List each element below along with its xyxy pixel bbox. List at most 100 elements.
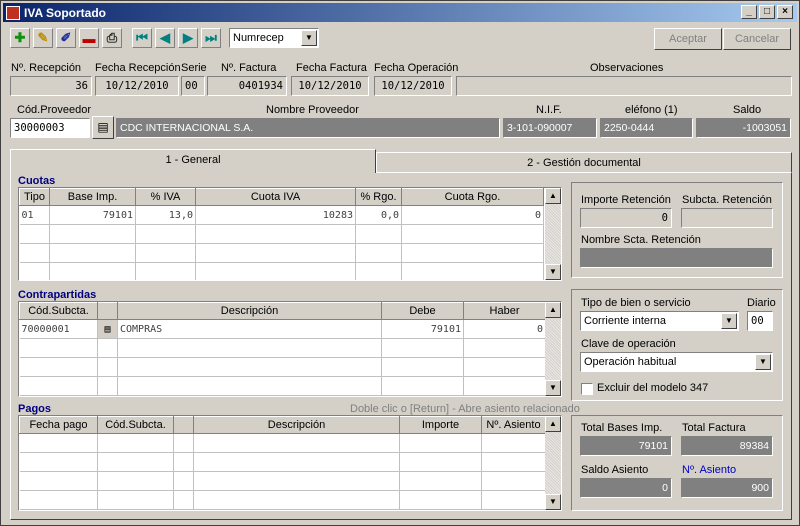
table-cell[interactable]: 70000001: [19, 319, 98, 339]
goods-type-label: Tipo de bien o servicio: [581, 297, 691, 309]
column-header[interactable]: [173, 416, 194, 434]
scroll-down-icon[interactable]: ▼: [545, 494, 561, 510]
supplier-name-field: CDC INTERNACIONAL S.A.: [116, 118, 500, 138]
scroll-up-icon[interactable]: ▲: [545, 188, 561, 204]
reception-date-field[interactable]: 10/12/2010: [95, 76, 179, 96]
column-header[interactable]: Base Imp.: [49, 188, 136, 206]
invoice-date-field[interactable]: 10/12/2010: [291, 76, 369, 96]
add-icon[interactable]: ✚: [10, 28, 30, 48]
operation-date-field[interactable]: 10/12/2010: [374, 76, 452, 96]
chevron-down-icon[interactable]: ▼: [301, 30, 317, 46]
withholding-amount-field[interactable]: 0: [580, 208, 672, 228]
accept-button[interactable]: Aceptar: [654, 28, 722, 50]
entry-balance-field: 0: [580, 478, 672, 498]
entry-number-field: 900: [681, 478, 773, 498]
lookup-table-icon[interactable]: ▤: [92, 116, 114, 139]
payments-hint: Doble clic o [Return] - Abre asiento rel…: [350, 403, 580, 415]
scroll-up-icon[interactable]: ▲: [545, 302, 561, 318]
entry-balance-label: Saldo Asiento: [581, 464, 649, 476]
withholding-subaccount-field[interactable]: [681, 208, 773, 228]
tab-document-management[interactable]: 2 - Gestión documental: [376, 152, 792, 173]
table-row[interactable]: 70000001 ▤ COMPRAS 79101 0: [19, 319, 546, 339]
last-record-icon[interactable]: ⏭: [201, 28, 221, 48]
payments-title: Pagos: [18, 403, 52, 415]
exclude-347-checkbox[interactable]: [581, 383, 593, 395]
table-cell[interactable]: COMPRAS: [117, 319, 382, 339]
journal-label: Diario: [747, 297, 776, 309]
window-title: IVA Soportado: [24, 5, 106, 20]
column-header[interactable]: Debe: [381, 302, 464, 320]
tab-general-label: 1 - General: [165, 154, 221, 166]
supplier-code-label: Cód.Proveedor: [17, 104, 91, 116]
series-field[interactable]: 00: [181, 76, 205, 96]
goods-type-value: Corriente interna: [584, 315, 666, 327]
table-cell[interactable]: 0,0: [355, 205, 402, 225]
column-header[interactable]: Tipo: [19, 188, 50, 206]
column-header[interactable]: % Rgo.: [355, 188, 402, 206]
supplier-code-field[interactable]: 30000003: [10, 118, 90, 138]
payments-scrollbar[interactable]: ▲ ▼: [545, 416, 561, 510]
total-bases-label: Total Bases Imp.: [581, 422, 663, 434]
column-header[interactable]: Cuota Rgo.: [401, 188, 544, 206]
column-header[interactable]: Descripción: [117, 302, 382, 320]
reception-date-label: Fecha Recepción: [95, 62, 181, 74]
previous-record-icon[interactable]: ◀: [155, 28, 175, 48]
chevron-down-icon[interactable]: ▼: [755, 354, 771, 370]
table-cell[interactable]: 0: [401, 205, 544, 225]
operation-key-combo[interactable]: Operación habitual ▼: [580, 352, 773, 372]
observations-field[interactable]: [456, 76, 792, 96]
table-cell[interactable]: 01: [19, 205, 50, 225]
counterparts-scrollbar[interactable]: ▲ ▼: [545, 302, 561, 396]
column-header[interactable]: Haber: [463, 302, 546, 320]
column-header[interactable]: [97, 302, 118, 320]
column-header[interactable]: % IVA: [135, 188, 196, 206]
total-invoice-label: Total Factura: [682, 422, 746, 434]
brush-icon[interactable]: ✐: [56, 28, 76, 48]
column-header[interactable]: Fecha pago: [19, 416, 98, 434]
total-bases-field: 79101: [580, 436, 672, 456]
table-cell[interactable]: 0: [463, 319, 546, 339]
next-record-icon[interactable]: ▶: [178, 28, 198, 48]
column-header[interactable]: Nº. Asiento: [481, 416, 546, 434]
lookup-table-icon[interactable]: ▤: [97, 319, 118, 339]
table-cell[interactable]: 79101: [381, 319, 464, 339]
withholding-subaccount-label: Subcta. Retención: [682, 194, 772, 206]
reception-number-field[interactable]: 36: [10, 76, 92, 96]
table-cell[interactable]: 79101: [49, 205, 136, 225]
scroll-down-icon[interactable]: ▼: [545, 264, 561, 280]
invoice-number-field[interactable]: 0401934: [207, 76, 287, 96]
goods-type-combo[interactable]: Corriente interna ▼: [580, 311, 739, 331]
quotas-scrollbar[interactable]: ▲ ▼: [545, 188, 561, 280]
minimize-button[interactable]: _: [741, 5, 757, 19]
chevron-down-icon[interactable]: ▼: [721, 313, 737, 329]
column-header[interactable]: Cód.Subcta.: [97, 416, 174, 434]
quotas-grid[interactable]: Tipo Base Imp. % IVA Cuota IVA % Rgo. Cu…: [18, 187, 562, 281]
journal-field[interactable]: 00: [747, 311, 773, 331]
column-header[interactable]: Cuota IVA: [195, 188, 356, 206]
phone-field: 2250-0444: [600, 118, 693, 138]
column-header[interactable]: Descripción: [193, 416, 400, 434]
withholding-name-field: [580, 248, 773, 268]
operation-key-value: Operación habitual: [584, 356, 677, 368]
table-cell[interactable]: 10283: [195, 205, 356, 225]
payments-grid[interactable]: Fecha pago Cód.Subcta. Descripción Impor…: [18, 415, 562, 511]
counterparts-grid[interactable]: Cód.Subcta. Descripción Debe Haber 70000…: [18, 301, 562, 397]
first-record-icon[interactable]: ⏮: [132, 28, 152, 48]
withholding-name-label: Nombre Scta. Retención: [581, 234, 701, 246]
invoice-date-label: Fecha Factura: [296, 62, 367, 74]
column-header[interactable]: Cód.Subcta.: [19, 302, 98, 320]
cancel-button[interactable]: Cancelar: [723, 28, 791, 50]
delete-icon[interactable]: ▬: [79, 28, 99, 48]
close-button[interactable]: ×: [777, 5, 793, 19]
scroll-up-icon[interactable]: ▲: [545, 416, 561, 432]
maximize-button[interactable]: □: [759, 5, 775, 19]
sort-combo[interactable]: Numrecep ▼: [229, 28, 319, 48]
printer-icon[interactable]: ⎙: [102, 28, 122, 48]
table-cell[interactable]: 13,0: [135, 205, 196, 225]
table-row[interactable]: 01 79101 13,0 10283 0,0 0: [19, 205, 544, 225]
entry-number-label[interactable]: Nº. Asiento: [682, 464, 736, 476]
scroll-down-icon[interactable]: ▼: [545, 380, 561, 396]
edit-pencil-icon[interactable]: ✎: [33, 28, 53, 48]
tab-general[interactable]: 1 - General: [10, 149, 376, 173]
column-header[interactable]: Importe: [399, 416, 482, 434]
